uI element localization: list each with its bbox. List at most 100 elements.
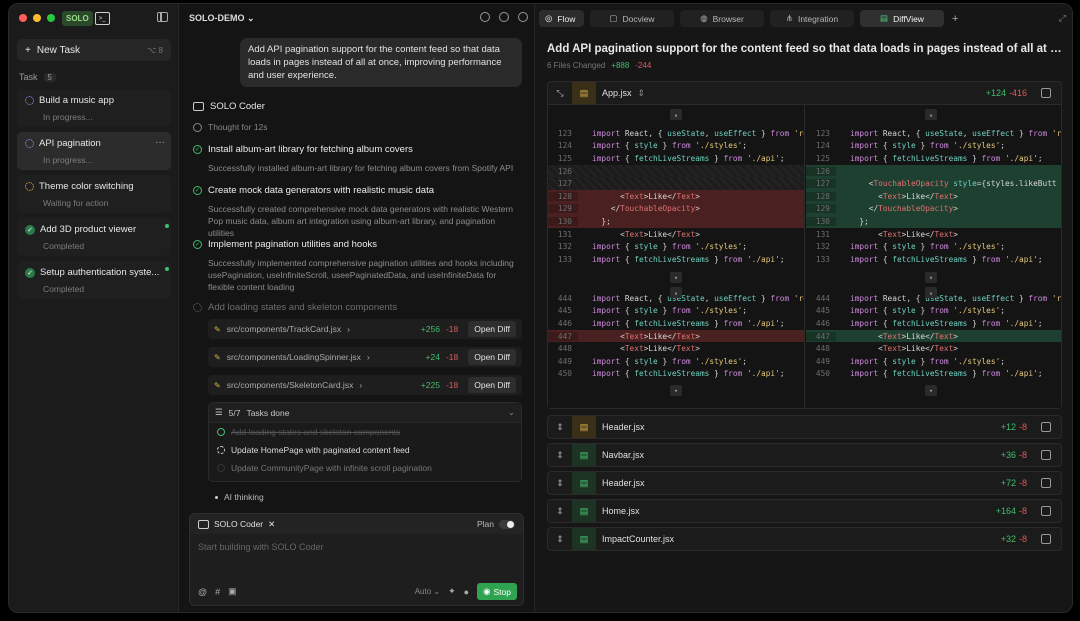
file-diff-header[interactable]: ⇕ ▤ Header.jsx +12 -8 [548, 416, 1061, 438]
file-name: Home.jsx [602, 506, 640, 516]
maximize-window-button[interactable] [47, 14, 55, 22]
copy-icon[interactable] [1041, 450, 1051, 460]
changed-file-row[interactable]: ✎ src/components/LoadingSpinner.jsx › +24… [208, 347, 522, 367]
globe-icon: ◍ [700, 13, 708, 23]
expand-icon[interactable]: ⇕ [548, 422, 572, 433]
stop-button[interactable]: ◉ Stop [477, 583, 517, 600]
code-text: </TouchableOpacity> [592, 204, 700, 214]
expand-lines-button[interactable]: ▴ [925, 109, 937, 120]
expand-lines-button[interactable]: ▾ [925, 272, 937, 283]
code-text: }; [850, 216, 869, 226]
settings-icon[interactable] [499, 12, 509, 22]
expand-icon[interactable]: ⇕ [548, 478, 572, 489]
changed-file-row[interactable]: ✎ src/components/TrackCard.jsx › +256 -18… [208, 319, 522, 339]
close-window-button[interactable] [19, 14, 27, 22]
sparkle-icon[interactable]: ✦ [448, 586, 456, 597]
sidebar-toggle-icon[interactable] [157, 12, 168, 22]
code-line: 449 import { style } from './styles'; [548, 355, 804, 368]
expand-lines-button[interactable]: ▴ [925, 287, 937, 298]
image-icon[interactable]: ▣ [228, 586, 237, 597]
pending-icon [217, 464, 225, 472]
plan-toggle[interactable]: Plan [477, 519, 515, 529]
model-selector[interactable]: Auto ⌄ [415, 587, 440, 596]
plan-switch[interactable] [499, 519, 515, 529]
tools-icon[interactable]: ✕ [268, 519, 275, 530]
file-lines-added: +12 [1000, 422, 1016, 432]
expand-lines-button[interactable]: ▾ [925, 385, 937, 396]
code-line: 129 </TouchableOpacity> [548, 202, 804, 216]
expand-lines-button[interactable]: ▾ [670, 385, 682, 396]
expand-icon[interactable]: ⤢ [1059, 13, 1066, 24]
expand-icon[interactable]: ⇕ [548, 450, 572, 461]
line-number: 123 [557, 128, 572, 138]
code-text: <TouchableOpacity style={styles.likeButt [850, 179, 1057, 189]
tab-label: Docview [622, 13, 655, 24]
file-diff-header[interactable]: ⇕ ▤ ImpactCounter.jsx +32 -8 [548, 528, 1061, 550]
file-diff-header[interactable]: ⇕ ▤ Header.jsx +72 -8 [548, 472, 1061, 494]
copy-icon[interactable] [1041, 422, 1051, 432]
task-item-3d-viewer[interactable]: ✓ Add 3D product viewer Completed [17, 218, 171, 256]
copy-icon[interactable] [1041, 506, 1051, 516]
file-diff-header[interactable]: ⇕ ▤ Navbar.jsx +36 -8 [548, 444, 1061, 466]
collapse-icon[interactable]: ⌄ [508, 407, 515, 418]
file-name: Header.jsx [602, 478, 645, 488]
expand-icon[interactable]: ⇕ [548, 534, 572, 545]
task-item-api-pagination[interactable]: API pagination In progress... ··· [17, 132, 171, 170]
add-tab-button[interactable]: + [952, 13, 958, 25]
line-number: 133 [815, 254, 830, 264]
task-item-auth[interactable]: ✓ Setup authentication syste... Completed [17, 261, 171, 299]
loading-step: Add loading states and skeleton componen… [193, 302, 397, 313]
tab-diffview[interactable]: ▤ DiffView [860, 10, 944, 27]
task-status: Completed [43, 284, 85, 294]
account-icon[interactable] [518, 12, 528, 22]
copy-icon[interactable] [1041, 534, 1051, 544]
app-logo: SOLO >_ [62, 11, 110, 26]
code-line: 132 import { style } from './styles'; [548, 240, 804, 253]
file-diff-header[interactable]: ⇕ ▤ Home.jsx +164 -8 [548, 500, 1061, 522]
todo-text: Update HomePage with paginated content f… [231, 445, 410, 455]
copy-icon[interactable] [1041, 88, 1051, 98]
file-diff-block: ⇕ ▤ Navbar.jsx +36 -8 [547, 443, 1062, 467]
minimize-window-button[interactable] [33, 14, 41, 22]
mention-icon[interactable]: @ [198, 587, 207, 597]
more-options-icon[interactable]: ··· [155, 137, 165, 148]
project-selector[interactable]: SOLO-DEMO ⌄ [189, 13, 255, 24]
app-window: SOLO >_ + New Task ⌥ 8 Task 5 Build a mu… [8, 3, 1073, 613]
tab-integration[interactable]: ⋔ Integration [770, 10, 854, 27]
completed-icon: ✓ [25, 267, 35, 278]
microphone-icon[interactable]: ● [464, 587, 469, 597]
todo-item: Update CommunityPage with infinite scrol… [209, 459, 521, 477]
expand-lines-button[interactable]: ▾ [670, 272, 682, 283]
file-edit-icon: ✎ [214, 324, 221, 334]
thought-duration[interactable]: Thought for 12s [193, 122, 268, 132]
collapse-icon[interactable]: ⤡ [548, 88, 572, 99]
task-item-music-app[interactable]: Build a music app In progress... [17, 89, 171, 127]
composer-agent-name[interactable]: SOLO Coder [214, 519, 263, 529]
open-diff-button[interactable]: Open Diff [468, 377, 516, 393]
task-item-theme-color[interactable]: Theme color switching Waiting for action [17, 175, 171, 213]
todo-header[interactable]: ☰ 5/7 Tasks done ⌄ [209, 403, 521, 423]
check-circle-icon: ✓ [193, 186, 202, 195]
plan-label: Plan [476, 519, 494, 529]
open-diff-button[interactable]: Open Diff [468, 321, 516, 337]
chat-history-icon[interactable] [480, 12, 490, 22]
expand-lines-button[interactable]: ▴ [670, 287, 682, 298]
code-text: import React, { useState, useEffect } fr… [592, 293, 804, 303]
expand-lines-button[interactable]: ▴ [670, 109, 682, 120]
changed-file-row[interactable]: ✎ src/components/SkeletonCard.jsx › +225 … [208, 375, 522, 395]
tab-docview[interactable]: ▢ Docview [590, 10, 674, 27]
diff-pane-modified: 123 import React, { useState, useEffect }… [806, 105, 1061, 408]
new-task-button[interactable]: + New Task ⌥ 8 [17, 39, 171, 61]
expand-icon[interactable]: ⇕ [548, 506, 572, 517]
copy-icon[interactable] [1041, 478, 1051, 488]
sort-icon[interactable]: ⇕ [638, 88, 646, 99]
hashtag-icon[interactable]: # [215, 587, 220, 597]
file-diff-block: ⇕ ▤ Header.jsx +72 -8 [547, 471, 1062, 495]
open-diff-button[interactable]: Open Diff [468, 349, 516, 365]
composer-input[interactable]: Start building with SOLO Coder [190, 534, 523, 560]
task-title: Add 3D product viewer [40, 224, 137, 235]
tab-flow[interactable]: ◎ Flow [539, 10, 584, 27]
file-edit-icon: ✎ [214, 352, 221, 362]
file-diff-header[interactable]: ⤡ ▤ App.jsx ⇕ +124 -416 [548, 82, 1061, 104]
tab-browser[interactable]: ◍ Browser [680, 10, 764, 27]
